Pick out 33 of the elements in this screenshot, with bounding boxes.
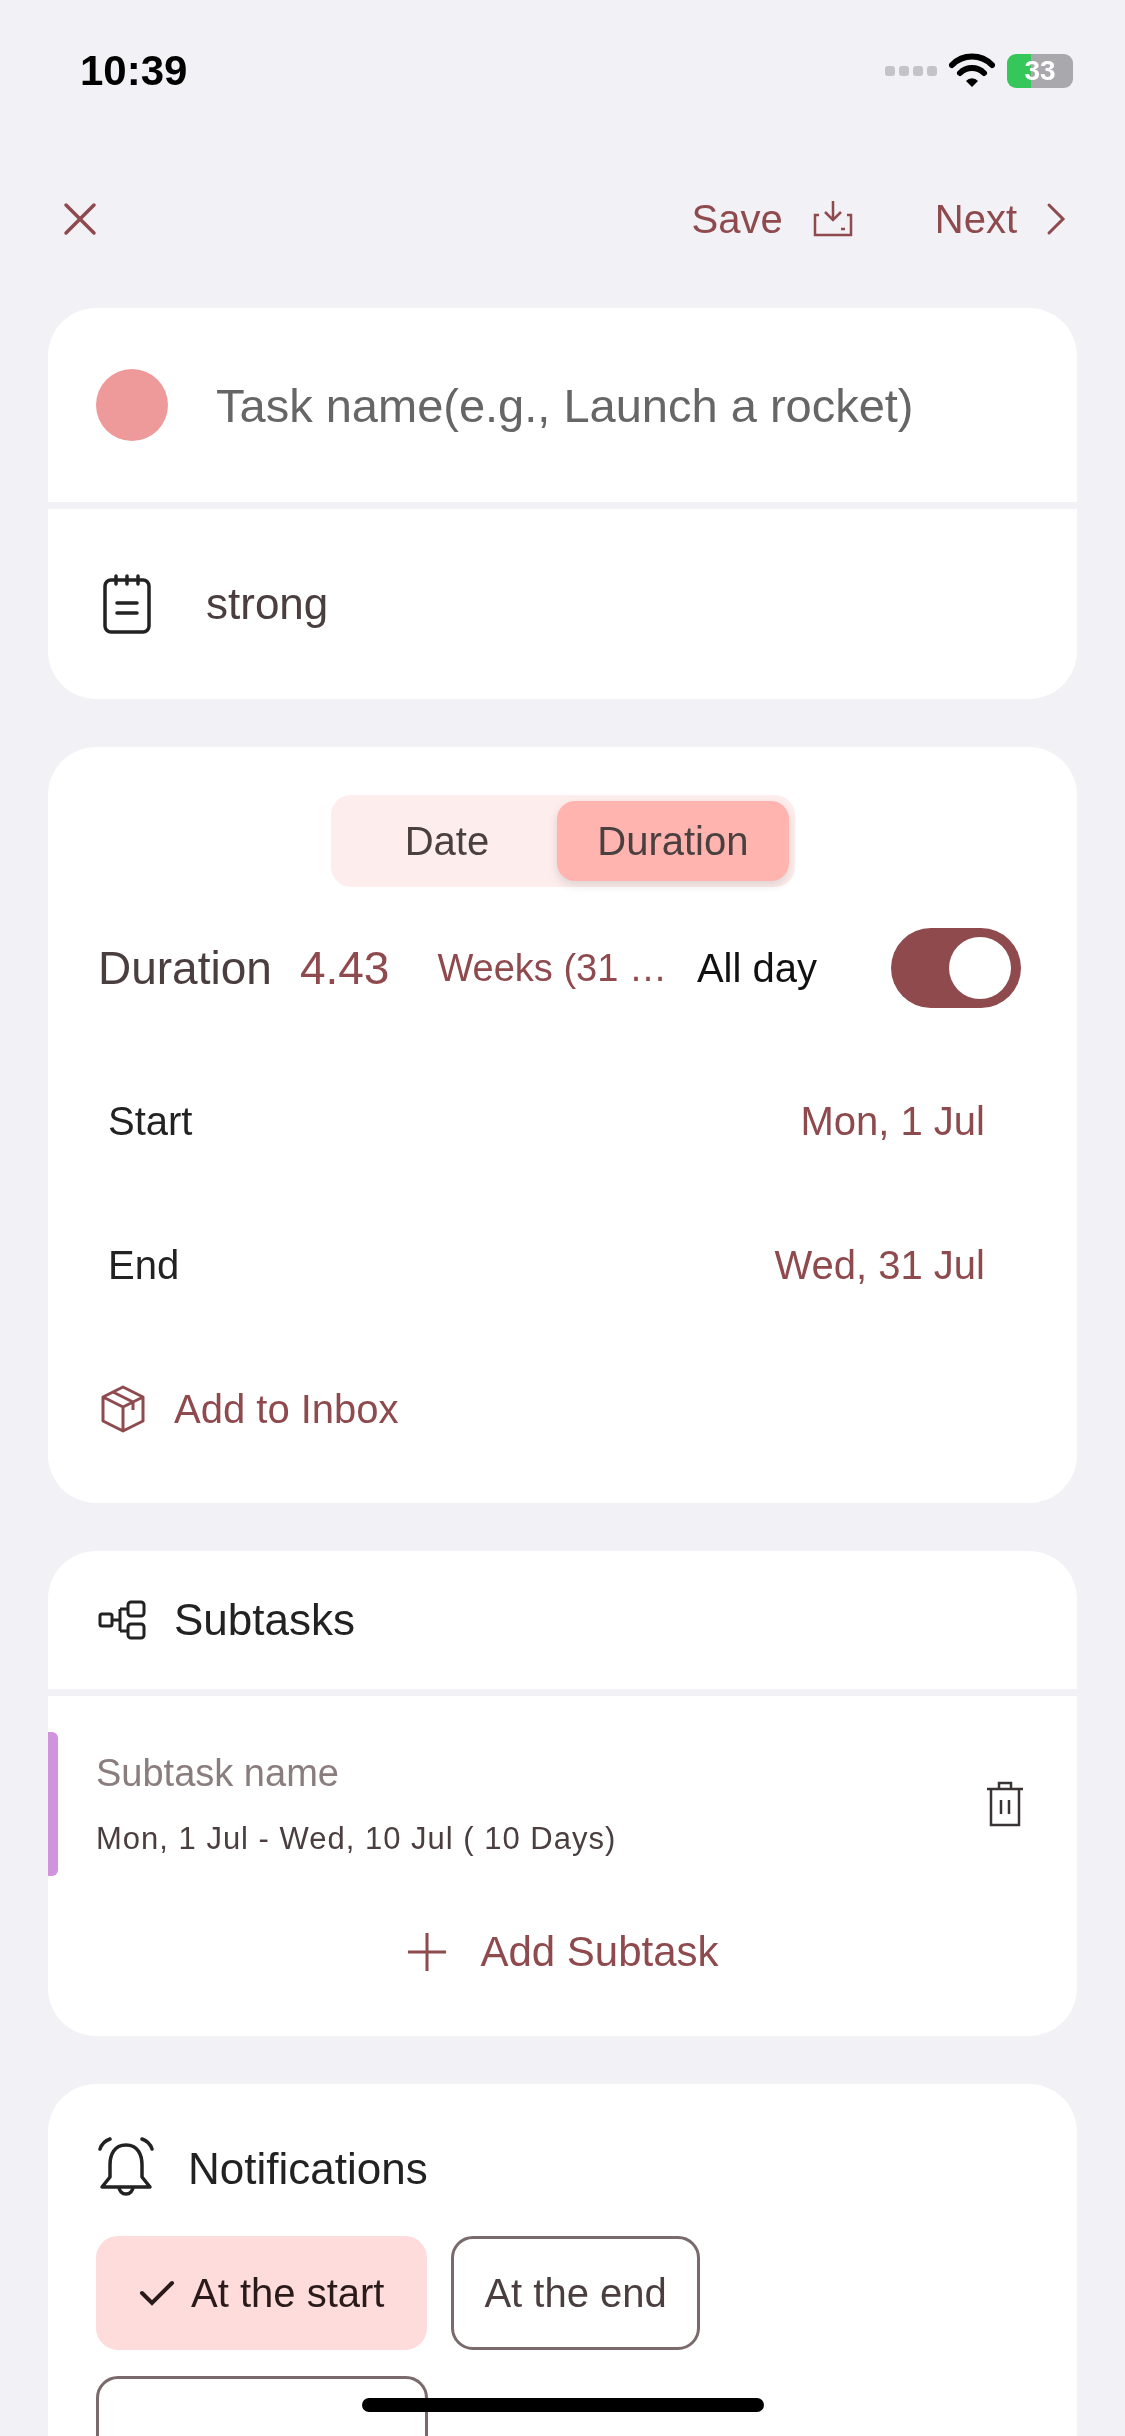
hierarchy-icon: [98, 1600, 146, 1640]
duration-value[interactable]: 4.43: [299, 941, 390, 995]
task-notes[interactable]: strong: [206, 579, 329, 629]
signal-icon: [885, 64, 937, 78]
segment-tab[interactable]: Duration: [557, 801, 789, 881]
plus-icon: [406, 1931, 449, 1973]
notepad-icon: [102, 573, 152, 635]
subtask-dates[interactable]: Mon, 1 Jul - Wed, 10 Jul ( 10 Days): [96, 1820, 985, 1857]
chevron-right-icon: [1045, 201, 1067, 237]
segment-tab[interactable]: Date: [336, 801, 558, 881]
duration-label: Duration: [98, 941, 272, 995]
subtask-name-field[interactable]: Subtask name: [96, 1751, 696, 1795]
save-button[interactable]: Save: [691, 196, 855, 242]
add-subtask-button[interactable]: Add Subtask: [400, 1902, 725, 2002]
notification-chip[interactable]: At the start: [96, 2236, 428, 2350]
close-button[interactable]: [62, 201, 98, 237]
task-name-field[interactable]: Task name(e.g., Launch a rocket): [216, 377, 1036, 433]
box-icon: [100, 1384, 146, 1434]
add-to-inbox-link[interactable]: Add to Inbox: [174, 1386, 399, 1432]
checkmark-icon: [139, 2279, 175, 2307]
duration-unit[interactable]: Weeks (31 …: [437, 946, 667, 990]
date-label: Start: [108, 1098, 193, 1144]
date-value[interactable]: Wed, 31 Jul: [774, 1242, 985, 1288]
trash-icon[interactable]: [985, 1780, 1025, 1828]
wifi-icon: [949, 53, 995, 89]
date-value[interactable]: Mon, 1 Jul: [800, 1098, 985, 1144]
all-day-label: All day: [696, 945, 817, 991]
notification-chip[interactable]: At the end: [451, 2236, 700, 2350]
next-button[interactable]: Next: [934, 196, 1067, 242]
subtasks-title: Subtasks: [174, 1595, 355, 1645]
date-label: End: [108, 1242, 180, 1288]
notifications-title: Notifications: [188, 2144, 428, 2194]
status-time: 10:39: [80, 47, 188, 95]
